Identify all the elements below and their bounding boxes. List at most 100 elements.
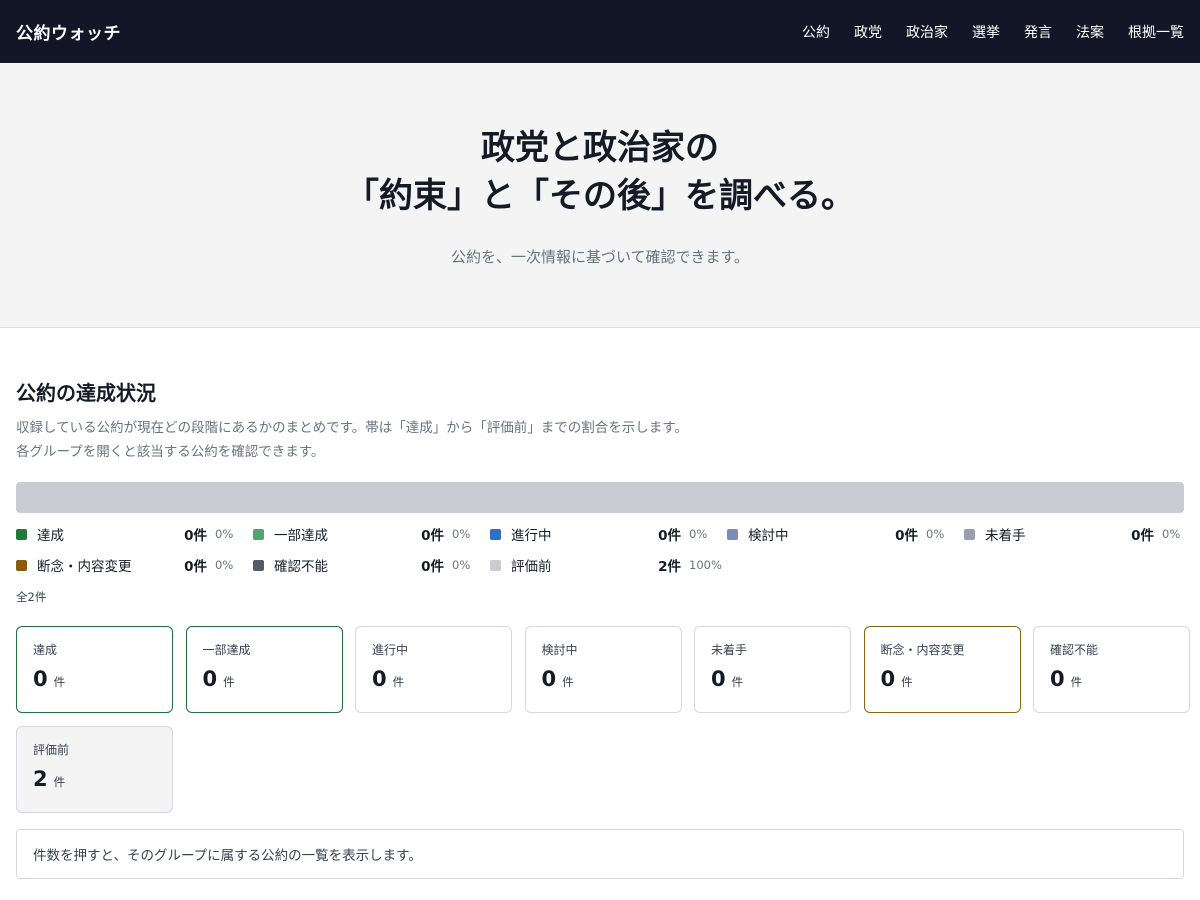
card-value: 0件 bbox=[881, 667, 1004, 691]
legend-item: 一部達成 0件 0% bbox=[253, 525, 490, 544]
card-count[interactable]: 0 bbox=[203, 667, 218, 691]
legend-swatch bbox=[964, 528, 975, 540]
legend-percent: 100% bbox=[689, 558, 722, 572]
card-unit: 件 bbox=[223, 675, 235, 689]
legend-label: 達成 bbox=[37, 528, 64, 544]
card-count[interactable]: 0 bbox=[881, 667, 896, 691]
nav-link-elections[interactable]: 選挙 bbox=[972, 22, 1000, 42]
card-label: 達成 bbox=[33, 643, 58, 657]
legend-count: 0件 bbox=[421, 528, 444, 544]
card-value: 0件 bbox=[33, 667, 156, 691]
legend-count: 0件 bbox=[421, 559, 444, 575]
legend-swatch bbox=[253, 528, 264, 540]
legend-item: 評価前 2件 100% bbox=[490, 556, 727, 575]
legend-count: 0件 bbox=[1131, 528, 1154, 544]
nav-link-statements[interactable]: 発言 bbox=[1024, 22, 1052, 42]
legend-item: 進行中 0件 0% bbox=[490, 525, 727, 544]
card-count[interactable]: 0 bbox=[542, 667, 557, 691]
status-cards: 達成 0 件一部達成 0 件進行中 0 件検討中 0 件未着手 0 件断念・内容変更 0 件確認不能 0 件… bbox=[16, 626, 1190, 813]
card-count[interactable]: 0 bbox=[372, 667, 387, 691]
total-count: 全2件 bbox=[16, 590, 47, 604]
legend-percent: 0% bbox=[452, 527, 471, 541]
card-unit: 件 bbox=[392, 675, 405, 689]
legend-swatch bbox=[490, 559, 501, 571]
card-value: 0件 bbox=[711, 667, 834, 691]
card-label: 評価前 bbox=[33, 743, 70, 757]
legend-percent: 0% bbox=[215, 527, 234, 541]
bar-segment bbox=[16, 482, 1184, 513]
legend-count: 2件 bbox=[658, 559, 681, 575]
section-description: 収録している公約が現在どの段階にあるかのまとめです。帯は「達成」から「評価前」ま… bbox=[16, 420, 688, 460]
card-label: 確認不能 bbox=[1050, 643, 1099, 657]
status-ratio-bar bbox=[16, 482, 1184, 513]
legend-label: 未着手 bbox=[985, 528, 1026, 544]
legend-count: 0件 bbox=[184, 559, 207, 575]
card-value: 0件 bbox=[203, 667, 326, 691]
legend-swatch bbox=[253, 559, 264, 571]
nav-link-pledges[interactable]: 公約 bbox=[802, 22, 830, 42]
legend-percent: 0% bbox=[452, 558, 471, 572]
card-label: 断念・内容変更 bbox=[880, 643, 965, 657]
card-label: 未着手 bbox=[711, 643, 748, 657]
nav-link-bills[interactable]: 法案 bbox=[1076, 22, 1104, 42]
legend-label: 検討中 bbox=[748, 528, 789, 544]
legend-label: 断念・内容変更 bbox=[37, 559, 132, 575]
card-unit: 件 bbox=[53, 775, 66, 789]
site-logo[interactable]: 公約ウォッチ bbox=[16, 19, 121, 44]
status-card[interactable]: 進行中 0 件 bbox=[355, 626, 512, 713]
legend-swatch bbox=[16, 528, 27, 540]
status-card[interactable]: 一部達成 0 件 bbox=[185, 626, 343, 713]
legend-label: 一部達成 bbox=[274, 528, 328, 544]
status-legend: 達成 0件 0% 一部達成 0件 0% 進行中 0件 0% 検討中 0件 0% 未着手 0件 0% 断念・内容… bbox=[16, 525, 1184, 575]
hint-box: 件数を押すと、そのグループに属する公約の一覧を表示します。 bbox=[16, 829, 1184, 879]
card-label: 検討中 bbox=[541, 643, 578, 657]
status-card[interactable]: 検討中 0 件 bbox=[524, 626, 682, 713]
legend-label: 評価前 bbox=[511, 559, 552, 575]
legend-label: 確認不能 bbox=[274, 559, 328, 575]
nav-link-parties[interactable]: 政党 bbox=[854, 22, 882, 42]
card-value: 2件 bbox=[33, 767, 156, 791]
hero-title-line1: 政党と政治家の bbox=[481, 127, 719, 168]
top-navbar: 公約ウォッチ 公約 政党 政治家 選挙 発言 法案 根拠一覧 bbox=[0, 0, 1200, 63]
main-nav: 公約 政党 政治家 選挙 発言 法案 根拠一覧 bbox=[802, 22, 1184, 42]
legend-count: 0件 bbox=[895, 528, 918, 544]
card-unit: 件 bbox=[562, 675, 574, 689]
card-unit: 件 bbox=[901, 675, 913, 689]
legend-label: 進行中 bbox=[511, 528, 552, 544]
status-card[interactable]: 断念・内容変更 0 件 bbox=[863, 626, 1021, 713]
status-card[interactable]: 評価前 2 件 bbox=[16, 726, 173, 813]
legend-swatch bbox=[490, 528, 501, 540]
status-card[interactable]: 未着手 0 件 bbox=[694, 626, 851, 713]
legend-percent: 0% bbox=[689, 527, 708, 541]
hero-title: 政党と政治家の 「約束」と「その後」を調べる。 bbox=[345, 124, 855, 220]
legend-swatch bbox=[16, 559, 27, 571]
card-unit: 件 bbox=[1070, 675, 1083, 689]
card-value: 0件 bbox=[372, 667, 495, 691]
hero-title-line2: 「約束」と「その後」を調べる。 bbox=[345, 175, 855, 216]
nav-link-sources[interactable]: 根拠一覧 bbox=[1128, 22, 1184, 42]
card-count[interactable]: 0 bbox=[1050, 667, 1065, 691]
legend-percent: 0% bbox=[1162, 527, 1181, 541]
section-title: 公約の達成状況 bbox=[16, 381, 156, 405]
legend-count: 0件 bbox=[658, 528, 681, 544]
hero-section: 政党と政治家の 「約束」と「その後」を調べる。 公約を、一次情報に基づいて確認で… bbox=[0, 63, 1200, 328]
card-label: 進行中 bbox=[372, 643, 409, 657]
legend-item: 未着手 0件 0% bbox=[964, 525, 1181, 544]
card-value: 0件 bbox=[542, 667, 665, 691]
card-unit: 件 bbox=[53, 675, 66, 689]
card-count[interactable]: 2 bbox=[33, 767, 48, 791]
legend-item: 確認不能 0件 0% bbox=[253, 556, 490, 575]
card-count[interactable]: 0 bbox=[33, 667, 48, 691]
hero-subtitle: 公約を、一次情報に基づいて確認できます。 bbox=[450, 247, 750, 266]
card-label: 一部達成 bbox=[202, 643, 251, 657]
status-section: 公約の達成状況 収録している公約が現在どの段階にあるかのまとめです。帯は「達成」… bbox=[0, 377, 1200, 879]
nav-link-politicians[interactable]: 政治家 bbox=[906, 22, 948, 42]
status-card[interactable]: 達成 0 件 bbox=[16, 626, 173, 713]
card-unit: 件 bbox=[731, 675, 744, 689]
legend-swatch bbox=[727, 528, 738, 540]
status-card[interactable]: 確認不能 0 件 bbox=[1033, 626, 1190, 713]
legend-percent: 0% bbox=[215, 558, 234, 572]
card-count[interactable]: 0 bbox=[711, 667, 726, 691]
legend-item: 達成 0件 0% bbox=[16, 525, 253, 544]
legend-item: 断念・内容変更 0件 0% bbox=[16, 556, 253, 575]
